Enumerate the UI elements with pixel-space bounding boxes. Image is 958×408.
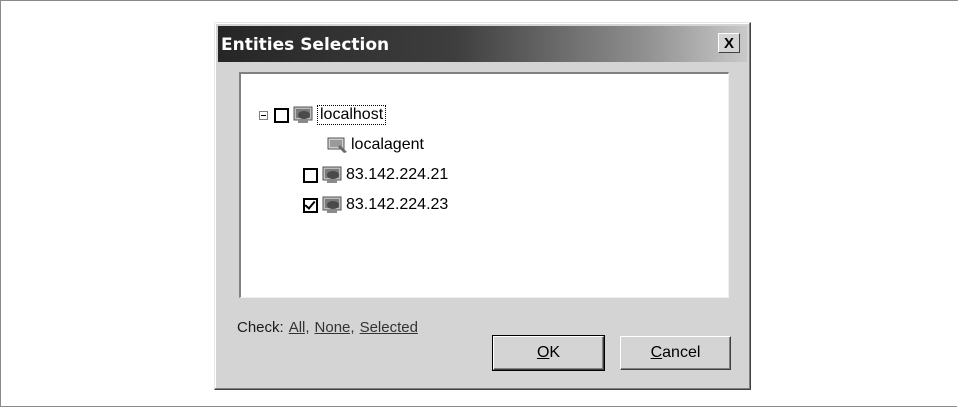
check-none-link[interactable]: None, bbox=[315, 319, 355, 336]
check-selected-link[interactable]: Selected bbox=[360, 319, 418, 336]
tree-label-host-23: 83.142.224.23 bbox=[346, 196, 449, 213]
checkbox-host-23[interactable] bbox=[303, 197, 318, 213]
check-links: Check: All, None, Selected bbox=[237, 319, 418, 336]
cancel-label-rest: ancel bbox=[662, 344, 701, 361]
check-all-link[interactable]: All, bbox=[289, 319, 310, 336]
collapse-icon[interactable] bbox=[259, 110, 268, 120]
checkbox-localhost[interactable] bbox=[274, 107, 289, 123]
checkbox-host-21[interactable] bbox=[303, 167, 318, 183]
tree-label-localhost: localhost bbox=[317, 105, 387, 125]
title-bar[interactable]: Entities Selection X bbox=[218, 26, 747, 62]
entities-selection-dialog: Entities Selection X localhost localagen… bbox=[214, 22, 751, 390]
ok-label-rest: K bbox=[549, 344, 561, 361]
tree-label-localagent: localagent bbox=[351, 136, 424, 153]
close-icon: X bbox=[723, 34, 734, 52]
tree-node-host-21[interactable]: 83.142.224.21 bbox=[303, 164, 448, 186]
cancel-mnemonic: C bbox=[650, 344, 663, 361]
check-prefix-label: Check: bbox=[237, 319, 284, 336]
dialog-title: Entities Selection bbox=[221, 35, 390, 55]
tree-node-localagent[interactable]: localagent bbox=[327, 134, 424, 156]
ok-button[interactable]: OK bbox=[492, 335, 605, 371]
close-button[interactable]: X bbox=[718, 33, 740, 53]
tree-node-localhost[interactable]: localhost bbox=[259, 104, 387, 126]
host-icon bbox=[322, 196, 342, 213]
host-icon bbox=[322, 166, 342, 183]
cancel-button[interactable]: Cancel bbox=[620, 336, 731, 370]
tree-node-host-23[interactable]: 83.142.224.23 bbox=[303, 194, 448, 216]
host-icon bbox=[293, 106, 313, 123]
ok-mnemonic: O bbox=[536, 344, 550, 361]
tree-label-host-21: 83.142.224.21 bbox=[346, 166, 449, 183]
agent-icon bbox=[327, 137, 347, 153]
entity-tree[interactable]: localhost localagent 83.142.224.21 83.14… bbox=[239, 72, 729, 298]
